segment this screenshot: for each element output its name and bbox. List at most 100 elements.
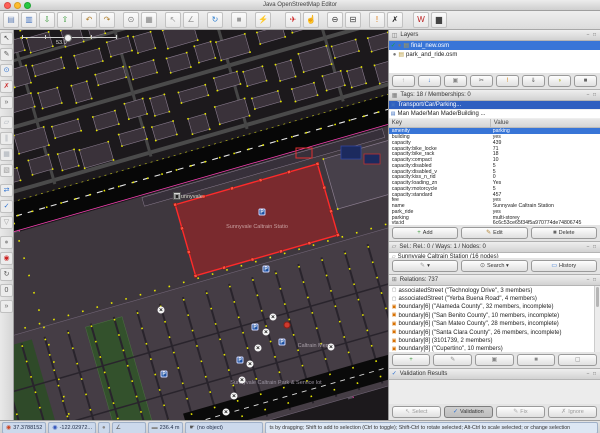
layer-merge-button[interactable]: ⇓ bbox=[522, 75, 545, 87]
validation-results-list[interactable] bbox=[389, 380, 600, 404]
park_and_ride.osm[interactable]: ● ▤ park_and_ride.osm bbox=[389, 50, 600, 59]
undo-icon[interactable]: ↶ bbox=[81, 12, 97, 28]
panel-window-controls[interactable]: − □ bbox=[587, 371, 597, 377]
selection-tool-icon[interactable]: ↖ bbox=[165, 12, 181, 28]
edit-relation-button[interactable]: ✎ bbox=[433, 354, 472, 366]
upload-data-icon[interactable]: ⇧ bbox=[57, 12, 73, 28]
selection-item[interactable]: ▱ Sunnyvale Caltrain Station (16 nodes) bbox=[389, 253, 600, 258]
layer-conflict-button[interactable]: ! bbox=[496, 75, 519, 87]
relation-row[interactable]: ▣ boundary[8] (3101739, 2 members) bbox=[389, 337, 600, 345]
duplicate-relation-button[interactable]: ▣ bbox=[475, 354, 514, 366]
sync-icon[interactable]: ↻ bbox=[207, 12, 223, 28]
layer-name: final_new.osm bbox=[411, 43, 449, 49]
zoom-dialog-icon[interactable]: ⊙ bbox=[123, 12, 139, 28]
validation-panel-icon: ✓ bbox=[392, 370, 397, 377]
layer-active-icon: ✓ bbox=[391, 43, 396, 49]
selection-panel-title: Sel.: Rel.: 0 / Ways: 1 / Nodes: 0 bbox=[399, 244, 583, 250]
object-field: ☛ (no object) bbox=[185, 422, 263, 433]
selection-panel: ▱ Sel.: Rel.: 0 / Ways: 1 / Nodes: 0 − □… bbox=[389, 242, 600, 275]
preset-link[interactable]: ▣ Transport/Car/Parking... bbox=[389, 101, 600, 110]
selection-menu-button[interactable]: ✎ ▾ bbox=[392, 260, 458, 272]
relation-row[interactable]: ▣ boundary[6] ("Alameda County", 32 memb… bbox=[389, 303, 600, 311]
preset-icon: ▤ bbox=[391, 111, 396, 117]
rotate-icon[interactable]: ↻ bbox=[0, 268, 13, 281]
zoom-tool-icon[interactable]: ⊙ bbox=[0, 64, 13, 77]
relation-row[interactable]: ▣ boundary[8] ("Cupertino", 10 members) bbox=[389, 345, 600, 351]
select-relation-button[interactable]: ▢ bbox=[558, 354, 597, 366]
grab-icon[interactable]: ● bbox=[0, 236, 13, 249]
tags-panel: ▦ Tags: 18 / Memberships: 0 − □ ▣ Transp… bbox=[389, 90, 600, 241]
more-tools-icon[interactable]: » bbox=[0, 96, 13, 109]
draw-tool-icon[interactable]: ✎ bbox=[0, 48, 13, 61]
relation-row[interactable]: ▣ boundary[6] ("San Benito County", 10 m… bbox=[389, 312, 600, 320]
measure-icon[interactable]: ∠ bbox=[183, 12, 199, 28]
check-icon[interactable]: ✓ bbox=[0, 200, 13, 213]
open-file-icon[interactable]: ▥ bbox=[21, 12, 37, 28]
parallel-tool-icon[interactable]: ∥ bbox=[0, 132, 13, 145]
relations-panel-icon: ⊞ bbox=[392, 276, 397, 283]
final_new.osm[interactable]: ✓ ● ▤ final_new.osm bbox=[389, 41, 600, 50]
relation-row[interactable]: ▢ associatedStreet ("Yerba Buena Road", … bbox=[389, 295, 600, 303]
histogram-icon[interactable]: ▆ bbox=[431, 12, 447, 28]
preset-link[interactable]: ▤ Man Made/Man Made/Building ... bbox=[389, 110, 600, 119]
layer-duplicate-button[interactable]: ▣ bbox=[444, 75, 467, 87]
close-x-icon[interactable]: ✗ bbox=[387, 12, 403, 28]
relation-row[interactable]: ▢ associatedStreet ("Technology Drive", … bbox=[389, 287, 600, 295]
extrude-tool-icon[interactable]: ▱ bbox=[0, 116, 13, 129]
validation-run-button[interactable]: ✓ Validation bbox=[444, 406, 493, 418]
key-column-header[interactable]: Key bbox=[389, 119, 491, 127]
car-icon[interactable]: ⊖ bbox=[327, 12, 343, 28]
relations-scrollbar[interactable] bbox=[594, 286, 600, 352]
validation-select-button[interactable]: ↖ Select bbox=[392, 406, 441, 418]
download-data-icon[interactable]: ⇩ bbox=[39, 12, 55, 28]
panel-window-controls[interactable]: − □ bbox=[587, 92, 597, 98]
longitude-field[interactable]: ◉ -122.02972... bbox=[48, 422, 96, 433]
panel-window-controls[interactable]: − □ bbox=[587, 244, 597, 250]
delete-relation-button[interactable]: ■ bbox=[517, 354, 556, 366]
tag-table-header: Key Value bbox=[389, 119, 600, 128]
add-tag-button[interactable]: + Add bbox=[392, 227, 458, 239]
layer-delete-button[interactable]: ■ bbox=[574, 75, 597, 87]
relation-row[interactable]: ▣ boundary[6] ("Santa Clara County", 26 … bbox=[389, 328, 600, 336]
edit-tag-button[interactable]: ✎ Edit bbox=[461, 227, 527, 239]
airplane-icon[interactable]: ✈ bbox=[285, 12, 301, 28]
panel-window-controls[interactable]: − □ bbox=[587, 32, 597, 38]
transit-icon[interactable]: ⊟ bbox=[345, 12, 361, 28]
redo-icon[interactable]: ↷ bbox=[99, 12, 115, 28]
panel-window-controls[interactable]: − □ bbox=[587, 277, 597, 283]
warning-icon[interactable]: ! bbox=[369, 12, 385, 28]
hand-icon[interactable]: ☝ bbox=[303, 12, 319, 28]
delete-tool-icon[interactable]: ✗ bbox=[0, 80, 13, 93]
pin-icon[interactable]: ◉ bbox=[0, 252, 13, 265]
history-button[interactable]: ▭ History bbox=[531, 260, 597, 272]
layer-up-button[interactable]: ↑ bbox=[392, 75, 415, 87]
split-icon[interactable]: ⇄ bbox=[0, 184, 13, 197]
zero-icon[interactable]: 0 bbox=[0, 284, 13, 297]
relation-row[interactable]: ▣ boundary[6] ("San Mateo County", 28 me… bbox=[389, 320, 600, 328]
pedestrian-icon[interactable]: ⚡ bbox=[255, 12, 271, 28]
layer-down-button[interactable]: ↓ bbox=[418, 75, 441, 87]
map-canvas[interactable]: 53.0 SunnyvaleSunnyvale Caltrain StatioC… bbox=[14, 30, 388, 420]
block-icon[interactable]: ■ bbox=[231, 12, 247, 28]
layers-panel-title: Layers bbox=[400, 32, 583, 38]
layer-opacity-button[interactable]: ◑ bbox=[548, 75, 571, 87]
search-button[interactable]: ⊙ Search ▾ bbox=[461, 260, 527, 272]
select-tool-icon[interactable]: ↖ bbox=[0, 32, 13, 45]
expand-icon[interactable]: » bbox=[0, 300, 13, 313]
align-tool-icon[interactable]: ▦ bbox=[0, 148, 13, 161]
new-relation-button[interactable]: + bbox=[392, 354, 431, 366]
latitude-field[interactable]: ◉ 37.3788152 bbox=[2, 422, 46, 433]
new-layer-icon[interactable]: ▤ bbox=[3, 12, 19, 28]
warning-small-icon[interactable]: ▽ bbox=[0, 216, 13, 229]
delete-tag-button[interactable]: ■ Delete bbox=[531, 227, 597, 239]
layer-cut-button[interactable]: ✂ bbox=[470, 75, 493, 87]
layer-visibility-icon[interactable]: ● bbox=[398, 43, 402, 49]
value-column-header[interactable]: Value bbox=[491, 119, 512, 127]
layer-visibility-icon[interactable]: ● bbox=[393, 52, 397, 58]
validation-ignore-button[interactable]: ✗ Ignore bbox=[548, 406, 597, 418]
improve-accuracy-icon[interactable]: ▧ bbox=[0, 164, 13, 177]
preferences-icon[interactable]: ▦ bbox=[141, 12, 157, 28]
angle-icon: ∠ bbox=[116, 425, 121, 431]
validation-fix-button[interactable]: ✎ Fix bbox=[496, 406, 545, 418]
wikipedia-icon[interactable]: W bbox=[413, 12, 429, 28]
